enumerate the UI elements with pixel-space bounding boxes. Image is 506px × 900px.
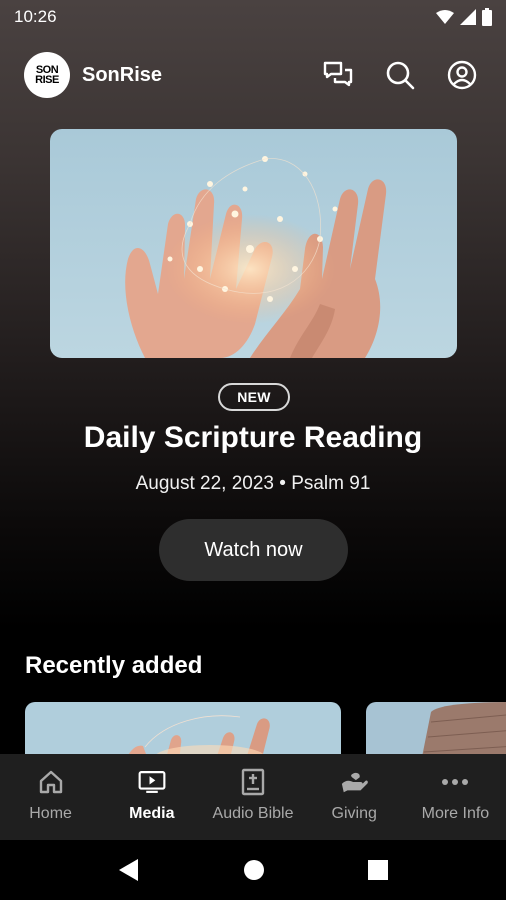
signal-icon: [460, 9, 476, 25]
system-navigation: [0, 840, 506, 900]
hero-image[interactable]: [50, 129, 457, 358]
nav-label-more-info: More Info: [421, 805, 490, 822]
status-bar: 10:26: [0, 0, 506, 34]
wifi-icon: [436, 10, 454, 24]
nav-label-audio-bible: Audio Bible: [212, 805, 294, 822]
nav-item-more-info[interactable]: More Info: [405, 754, 506, 840]
battery-icon: [482, 8, 492, 26]
nav-label-media: Media: [129, 805, 175, 822]
new-badge: NEW: [218, 383, 290, 411]
hero-subtitle: August 22, 2023 • Psalm 91: [135, 473, 371, 494]
hands-with-lights-image: [50, 129, 457, 358]
search-button[interactable]: [380, 55, 420, 95]
header-actions: [318, 55, 482, 95]
card-thumbnail-wall: [366, 702, 506, 762]
chat-button[interactable]: [318, 55, 358, 95]
more-icon: [442, 779, 469, 785]
app-name: SonRise: [82, 63, 163, 86]
media-card[interactable]: [366, 702, 506, 762]
search-icon: [386, 61, 415, 90]
status-time: 10:26: [14, 7, 57, 26]
giving-icon: [342, 772, 369, 793]
status-icons: [436, 8, 492, 26]
app-logo[interactable]: SON RISE: [24, 52, 70, 98]
nav-item-media[interactable]: Media: [101, 754, 202, 840]
nav-label-giving: Giving: [331, 805, 377, 822]
nav-item-giving[interactable]: Giving: [304, 754, 405, 840]
hero-title: Daily Scripture Reading: [83, 421, 423, 454]
bottom-navigation: Home Media Audio Bible Giving More Info: [0, 754, 506, 840]
nav-label-home: Home: [29, 805, 72, 822]
card-thumbnail-hands: [25, 702, 341, 762]
nav-item-audio-bible[interactable]: Audio Bible: [202, 754, 303, 840]
home-circle-icon[interactable]: [243, 859, 265, 881]
media-card[interactable]: [25, 702, 341, 762]
recently-added-title: Recently added: [25, 652, 203, 679]
watch-now-button[interactable]: Watch now: [159, 519, 348, 581]
recents-icon[interactable]: [368, 860, 388, 880]
bible-icon: [241, 768, 265, 796]
app-screen: 10:26 SON RISE SonRise NEW Daily Scriptu…: [0, 0, 506, 900]
app-header: SON RISE SonRise: [0, 48, 506, 102]
account-button[interactable]: [442, 55, 482, 95]
media-icon: [138, 771, 166, 793]
back-icon[interactable]: [118, 858, 140, 882]
home-icon: [39, 770, 62, 794]
account-icon: [447, 60, 477, 90]
logo-text-bottom: RISE: [35, 74, 59, 86]
chat-icon: [323, 61, 353, 87]
nav-item-home[interactable]: Home: [0, 754, 101, 840]
